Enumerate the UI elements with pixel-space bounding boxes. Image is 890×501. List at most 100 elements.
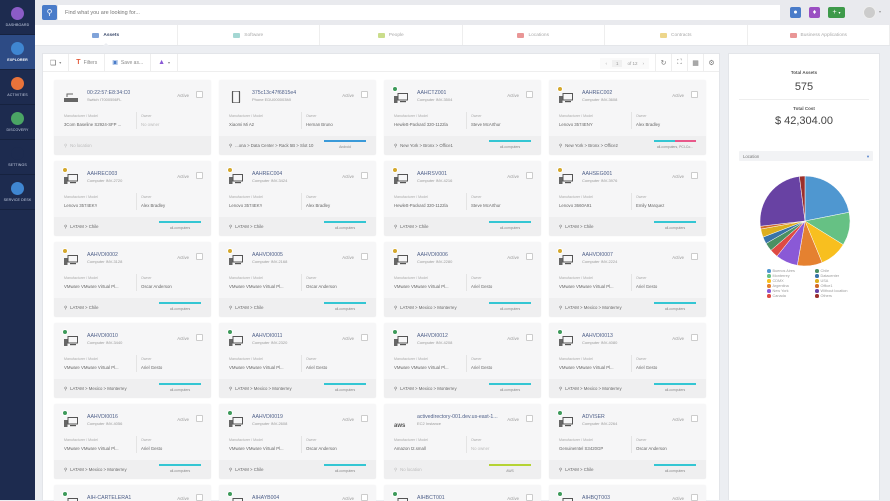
asset-card[interactable]: AAHSEG001Computer INV-3976ActiveManufact… xyxy=(549,161,706,236)
tags-label[interactable]: all-computers xyxy=(489,226,531,230)
asset-card[interactable]: awsactivedirectory-001.dev.us-east-1...E… xyxy=(384,404,541,479)
select-checkbox[interactable] xyxy=(361,91,368,98)
page-input[interactable]: 1 xyxy=(612,60,623,67)
asset-card[interactable]: AAHVDI0019Computer INV-2608ActiveManufac… xyxy=(219,404,376,479)
chevron-down-icon[interactable]: ▾ xyxy=(879,9,881,14)
tags-label[interactable]: all-computers xyxy=(489,145,531,149)
tab-assets[interactable]: Assets xyxy=(35,25,178,45)
tab-people[interactable]: People xyxy=(320,25,463,45)
group-by-select[interactable]: Location▾ xyxy=(739,151,873,161)
tab-business-applications[interactable]: Business Applications xyxy=(748,25,890,45)
asset-card[interactable]: AAHREC002Computer INV-3608ActiveManufact… xyxy=(549,80,706,155)
select-checkbox[interactable] xyxy=(526,334,533,341)
select-checkbox[interactable] xyxy=(361,172,368,179)
legend-item[interactable]: Argentina xyxy=(767,284,815,288)
asset-card[interactable]: AAHVDI0006Computer INV-2280ActiveManufac… xyxy=(384,242,541,317)
select-checkbox[interactable] xyxy=(361,253,368,260)
sidebar-item-dashboard[interactable]: Dashboard xyxy=(0,0,35,35)
asset-name-link[interactable]: 00:22:57:E8:34:C0 xyxy=(87,90,130,96)
refresh-button[interactable]: ↻ xyxy=(655,54,671,72)
select-checkbox[interactable] xyxy=(691,334,698,341)
asset-card[interactable]: AAHVDI0013Computer INV-4080ActiveManufac… xyxy=(549,323,706,398)
tags-label[interactable]: all-computers xyxy=(654,469,696,473)
asset-name-link[interactable]: AAHVDI0016 xyxy=(87,414,118,420)
tags-label[interactable]: all-computers xyxy=(159,307,201,311)
asset-name-link[interactable]: AAHVDI0012 xyxy=(417,333,448,339)
actions-dropdown[interactable]: ▲▾ xyxy=(151,54,178,72)
select-checkbox[interactable] xyxy=(361,334,368,341)
legend-item[interactable]: Others xyxy=(815,294,863,298)
select-checkbox[interactable] xyxy=(691,91,698,98)
fullscreen-button[interactable]: ⛶ xyxy=(671,54,687,72)
asset-card[interactable]: AAHVDI0005Computer INV-2168ActiveManufac… xyxy=(219,242,376,317)
asset-name-link[interactable]: AIH-CARTELERA1 xyxy=(87,495,131,501)
user-avatar[interactable] xyxy=(863,6,876,19)
select-checkbox[interactable] xyxy=(361,415,368,422)
select-checkbox[interactable] xyxy=(691,415,698,422)
tags-label[interactable]: all-computers xyxy=(159,226,201,230)
legend-item[interactable]: Datacenter xyxy=(815,274,863,278)
asset-name-link[interactable]: AAHVDI0005 xyxy=(252,252,283,258)
tab-locations[interactable]: Locations xyxy=(463,25,606,45)
asset-card[interactable]: AAHVDI0007Computer INV-2224ActiveManufac… xyxy=(549,242,706,317)
tags-button[interactable]: ♦ xyxy=(809,7,820,18)
select-checkbox[interactable] xyxy=(196,415,203,422)
asset-card[interactable]: AAHVDI0002Computer INV-3128ActiveManufac… xyxy=(54,242,211,317)
legend-item[interactable]: Office1 xyxy=(815,284,863,288)
prev-page-button[interactable]: ‹ xyxy=(605,61,607,66)
asset-card[interactable]: AAHREC003Computer INV-2720ActiveManufact… xyxy=(54,161,211,236)
add-button[interactable]: +▾ xyxy=(828,7,845,18)
tags-label[interactable]: all-computers, PCI-Co... xyxy=(654,145,696,149)
notifications-button[interactable]: ● xyxy=(790,7,801,18)
select-checkbox[interactable] xyxy=(526,253,533,260)
legend-item[interactable]: Canada xyxy=(767,294,815,298)
tags-label[interactable]: all-computers xyxy=(489,388,531,392)
asset-name-link[interactable]: AAHVDI0011 xyxy=(252,333,282,339)
asset-name-link[interactable]: AAHVDI0013 xyxy=(582,333,613,339)
select-checkbox[interactable] xyxy=(691,253,698,260)
tags-label[interactable]: all-computers xyxy=(159,469,201,473)
asset-name-link[interactable]: AAHVDI0019 xyxy=(252,414,283,420)
asset-name-link[interactable]: AAHRSV001 xyxy=(417,171,447,177)
tags-label[interactable]: all-computers xyxy=(159,388,201,392)
select-checkbox[interactable] xyxy=(526,91,533,98)
asset-name-link[interactable]: AAHVDI0006 xyxy=(417,252,448,258)
next-page-button[interactable]: › xyxy=(643,61,645,66)
sidebar-item-service-desk[interactable]: Service Desk xyxy=(0,175,35,210)
asset-card[interactable]: AAHCTZ001Computer INV-3504ActiveManufact… xyxy=(384,80,541,155)
asset-name-link[interactable]: AAHREC004 xyxy=(252,171,282,177)
columns-button[interactable]: ▦ xyxy=(687,54,703,72)
asset-name-link[interactable]: AAHREC002 xyxy=(582,90,612,96)
tags-label[interactable]: all-computers xyxy=(324,307,366,311)
tags-label[interactable]: all-computers xyxy=(324,469,366,473)
view-mode-dropdown[interactable]: ❏▾ xyxy=(43,54,69,72)
tags-label[interactable]: all-computers xyxy=(654,307,696,311)
legend-item[interactable]: USA xyxy=(815,279,863,283)
asset-name-link[interactable]: AAHVDI0007 xyxy=(582,252,613,258)
legend-item[interactable]: Without location xyxy=(815,289,863,293)
asset-card[interactable]: AIH-CARTELERA1Active xyxy=(54,485,211,501)
asset-name-link[interactable]: AIHAYB004 xyxy=(252,495,279,501)
filters-button[interactable]: TFilters xyxy=(69,54,105,72)
tags-label[interactable]: all-computers xyxy=(654,388,696,392)
asset-name-link[interactable]: AAHVDI0010 xyxy=(87,333,118,339)
asset-card[interactable]: 00:22:57:E8:34:C0Switch IT000556FLActive… xyxy=(54,80,211,155)
asset-card[interactable]: AIHBQT003Active xyxy=(549,485,706,501)
legend-item[interactable]: New York xyxy=(767,289,815,293)
pie-slice-without-location[interactable] xyxy=(760,176,805,226)
tab-contracts[interactable]: Contracts xyxy=(605,25,748,45)
tags-label[interactable]: all-computers xyxy=(489,307,531,311)
legend-item[interactable]: Monterrey xyxy=(767,274,815,278)
asset-card[interactable]: AAHREC004Computer INV-3424ActiveManufact… xyxy=(219,161,376,236)
legend-item[interactable]: CDMX xyxy=(767,279,815,283)
tab-software[interactable]: Software xyxy=(178,25,321,45)
tags-label[interactable]: AWS xyxy=(489,469,531,473)
asset-name-link[interactable]: AAHVDI0002 xyxy=(87,252,118,258)
asset-card[interactable]: AIHBCT001Active xyxy=(384,485,541,501)
asset-name-link[interactable]: activedirectory-001.dev.us-east-1... xyxy=(417,414,498,420)
asset-card[interactable]: AIHAYB004Active xyxy=(219,485,376,501)
sidebar-item-discovery[interactable]: Discovery xyxy=(0,105,35,140)
asset-card[interactable]: AAHVDI0010Computer INV-3440ActiveManufac… xyxy=(54,323,211,398)
tags-label[interactable]: all-computers xyxy=(654,226,696,230)
select-checkbox[interactable] xyxy=(196,172,203,179)
